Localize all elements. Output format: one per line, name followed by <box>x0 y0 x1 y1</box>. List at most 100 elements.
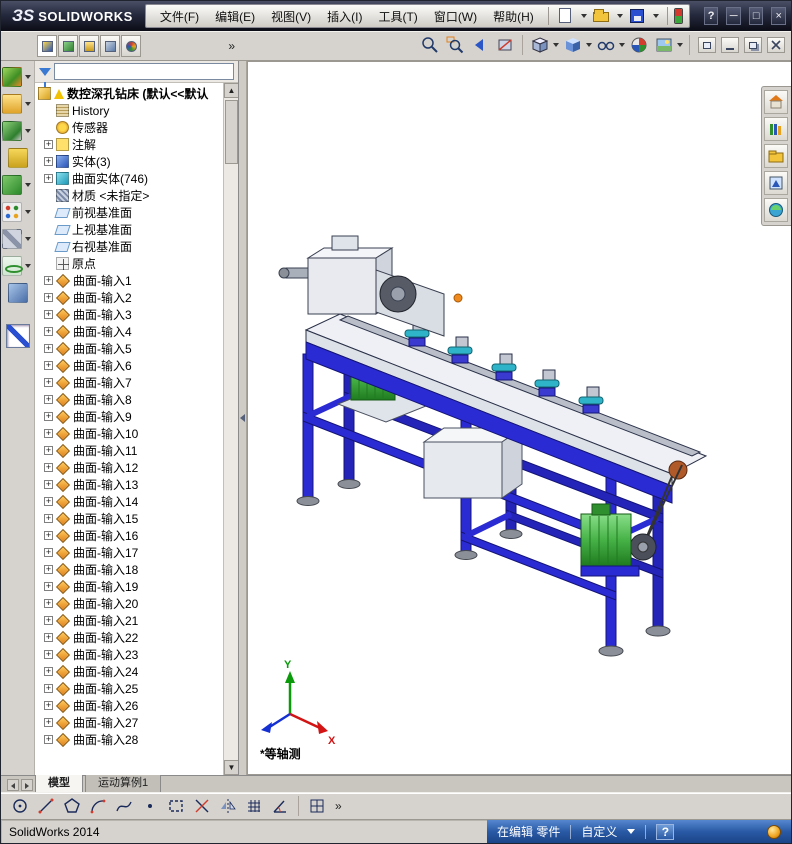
hide-show-items-icon[interactable] <box>595 34 617 56</box>
tree-item-top-plane[interactable]: 上视基准面 <box>44 221 223 238</box>
tree-item-surface-import[interactable]: + 曲面-输入23 <box>44 646 223 663</box>
tree-item-surface-import[interactable]: + 曲面-输入26 <box>44 697 223 714</box>
mirror-tool-icon[interactable] <box>217 795 239 817</box>
expand-icon[interactable]: + <box>44 140 53 149</box>
arc-tool-icon[interactable] <box>87 795 109 817</box>
tree-item-surface-import[interactable]: + 曲面-输入21 <box>44 612 223 629</box>
expand-icon[interactable]: + <box>44 565 53 574</box>
menu-item[interactable]: 文件(F) <box>152 5 207 28</box>
design-library-icon[interactable] <box>764 117 788 141</box>
expand-icon[interactable]: + <box>44 412 53 421</box>
point-tool-icon[interactable] <box>139 795 161 817</box>
tree-item-sensors[interactable]: 传感器 <box>44 119 223 136</box>
expand-icon[interactable]: + <box>44 463 53 472</box>
quick-snaps-icon[interactable] <box>306 795 328 817</box>
polygon-tool-icon[interactable] <box>61 795 83 817</box>
tree-item-surface-import[interactable]: + 曲面-输入11 <box>44 442 223 459</box>
expand-icon[interactable]: + <box>44 684 53 693</box>
tree-item-surface-import[interactable]: + 曲面-输入17 <box>44 544 223 561</box>
new-dropdown-icon[interactable] <box>580 14 587 18</box>
tree-item-surface-import[interactable]: + 曲面-输入10 <box>44 425 223 442</box>
tree-filter-input[interactable] <box>54 63 234 80</box>
section-view-icon[interactable] <box>494 34 516 56</box>
tree-item-surface-import[interactable]: + 曲面-输入13 <box>44 476 223 493</box>
expand-icon[interactable]: + <box>44 531 53 540</box>
tree-root-part[interactable]: 数控深孔钻床 (默认<<默认 <box>38 85 223 102</box>
menu-item[interactable]: 工具(T) <box>370 5 425 28</box>
features-button[interactable] <box>2 94 33 114</box>
edit-feature-button[interactable] <box>2 121 33 141</box>
expand-icon[interactable]: + <box>44 293 53 302</box>
tab-scroll-left-icon[interactable] <box>7 779 19 791</box>
open-icon[interactable] <box>591 6 613 26</box>
tree-item-surface-import[interactable]: + 曲面-输入27 <box>44 714 223 731</box>
reference-geometry-button[interactable] <box>7 283 28 303</box>
tree-item-surface-import[interactable]: + 曲面-输入1 <box>44 272 223 289</box>
tree-item-solid-bodies[interactable]: + 实体(3) <box>44 153 223 170</box>
resources-home-icon[interactable] <box>764 90 788 114</box>
tree-item-front-plane[interactable]: 前视基准面 <box>44 204 223 221</box>
expand-icon[interactable]: + <box>44 616 53 625</box>
menu-item[interactable]: 帮助(H) <box>485 5 542 28</box>
surfaces-button[interactable] <box>7 148 28 168</box>
tab-displaymanager[interactable] <box>121 35 141 57</box>
expand-icon[interactable]: + <box>44 548 53 557</box>
expand-icon[interactable]: + <box>44 174 53 183</box>
tree-item-material[interactable]: 材质 <未指定> <box>44 187 223 204</box>
expand-icon[interactable]: + <box>44 276 53 285</box>
expand-icon[interactable]: + <box>44 429 53 438</box>
sketch-tools-button[interactable] <box>2 67 33 87</box>
tab-propertymanager[interactable] <box>58 35 78 57</box>
expand-icon[interactable]: + <box>44 157 53 166</box>
expand-icon[interactable]: + <box>44 735 53 744</box>
zoom-fit-icon[interactable] <box>419 34 441 56</box>
expand-icon[interactable]: + <box>44 378 53 387</box>
mdi-minimize-icon[interactable] <box>721 37 739 53</box>
wizard-button[interactable] <box>2 229 33 249</box>
save-icon[interactable] <box>627 6 649 26</box>
tab-motion-study[interactable]: 运动算例1 <box>85 772 162 792</box>
mdi-close-icon[interactable] <box>767 37 785 53</box>
tree-item-surface-import[interactable]: + 曲面-输入24 <box>44 663 223 680</box>
expand-icon[interactable]: + <box>44 718 53 727</box>
status-led-icon[interactable] <box>673 8 683 24</box>
tree-item-surface-import[interactable]: + 曲面-输入9 <box>44 408 223 425</box>
file-explorer-icon[interactable] <box>764 144 788 168</box>
tree-item-surface-import[interactable]: + 曲面-输入25 <box>44 680 223 697</box>
appearances-scenes-icon[interactable] <box>764 198 788 222</box>
tree-item-right-plane[interactable]: 右视基准面 <box>44 238 223 255</box>
save-dropdown-icon[interactable] <box>652 14 659 18</box>
open-dropdown-icon[interactable] <box>616 14 623 18</box>
collapse-panel-icon[interactable] <box>240 414 245 422</box>
tree-item-surface-import[interactable]: + 曲面-输入18 <box>44 561 223 578</box>
close-button[interactable]: × <box>771 7 786 25</box>
previous-view-icon[interactable] <box>469 34 491 56</box>
expand-icon[interactable]: + <box>44 480 53 489</box>
status-help-button[interactable]: ? <box>656 823 675 840</box>
expand-icon[interactable]: + <box>44 344 53 353</box>
status-units-selector[interactable]: 自定义 <box>581 823 617 840</box>
solid-tools-button[interactable] <box>2 175 33 195</box>
tree-item-surface-import[interactable]: + 曲面-输入16 <box>44 527 223 544</box>
tree-item-surface-import[interactable]: + 曲面-输入20 <box>44 595 223 612</box>
tree-item-history[interactable]: History <box>44 102 223 119</box>
expand-icon[interactable]: + <box>44 395 53 404</box>
spline-tool-icon[interactable] <box>113 795 135 817</box>
display-style-dropdown-icon[interactable] <box>586 43 592 47</box>
expand-icon[interactable]: + <box>44 582 53 591</box>
expand-icon[interactable]: + <box>44 599 53 608</box>
pattern-button[interactable] <box>2 202 33 222</box>
tab-scroll-right-icon[interactable] <box>21 779 33 791</box>
maximize-button[interactable]: □ <box>748 7 764 25</box>
menu-item[interactable]: 窗口(W) <box>426 5 485 28</box>
mdi-cascade-icon[interactable] <box>744 37 762 53</box>
tree-item-surface-bodies[interactable]: + 曲面实体(746) <box>44 170 223 187</box>
tab-featuremanager[interactable] <box>37 35 57 57</box>
trim-tool-icon[interactable] <box>191 795 213 817</box>
machine-3d-model[interactable]: Y X <box>248 62 791 775</box>
tree-item-surface-import[interactable]: + 曲面-输入19 <box>44 578 223 595</box>
tree-item-surface-import[interactable]: + 曲面-输入7 <box>44 374 223 391</box>
angle-dimension-icon[interactable] <box>269 795 291 817</box>
tree-item-surface-import[interactable]: + 曲面-输入22 <box>44 629 223 646</box>
tree-item-surface-import[interactable]: + 曲面-输入3 <box>44 306 223 323</box>
